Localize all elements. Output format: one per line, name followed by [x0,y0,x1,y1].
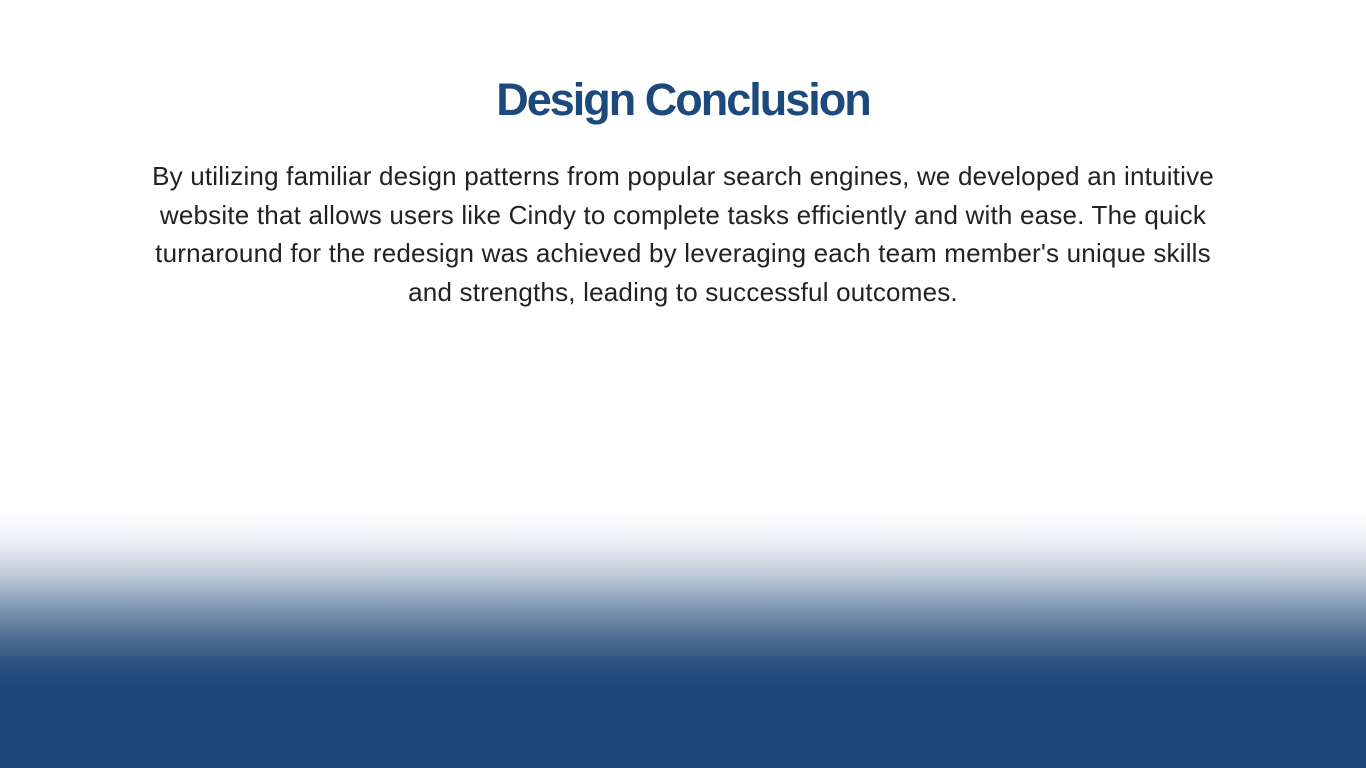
slide-canvas: Design Conclusion By utilizing familiar … [0,0,1366,768]
slide-title: Design Conclusion [496,74,872,125]
slide-body-text: By utilizing familiar design patterns fr… [152,161,1214,307]
